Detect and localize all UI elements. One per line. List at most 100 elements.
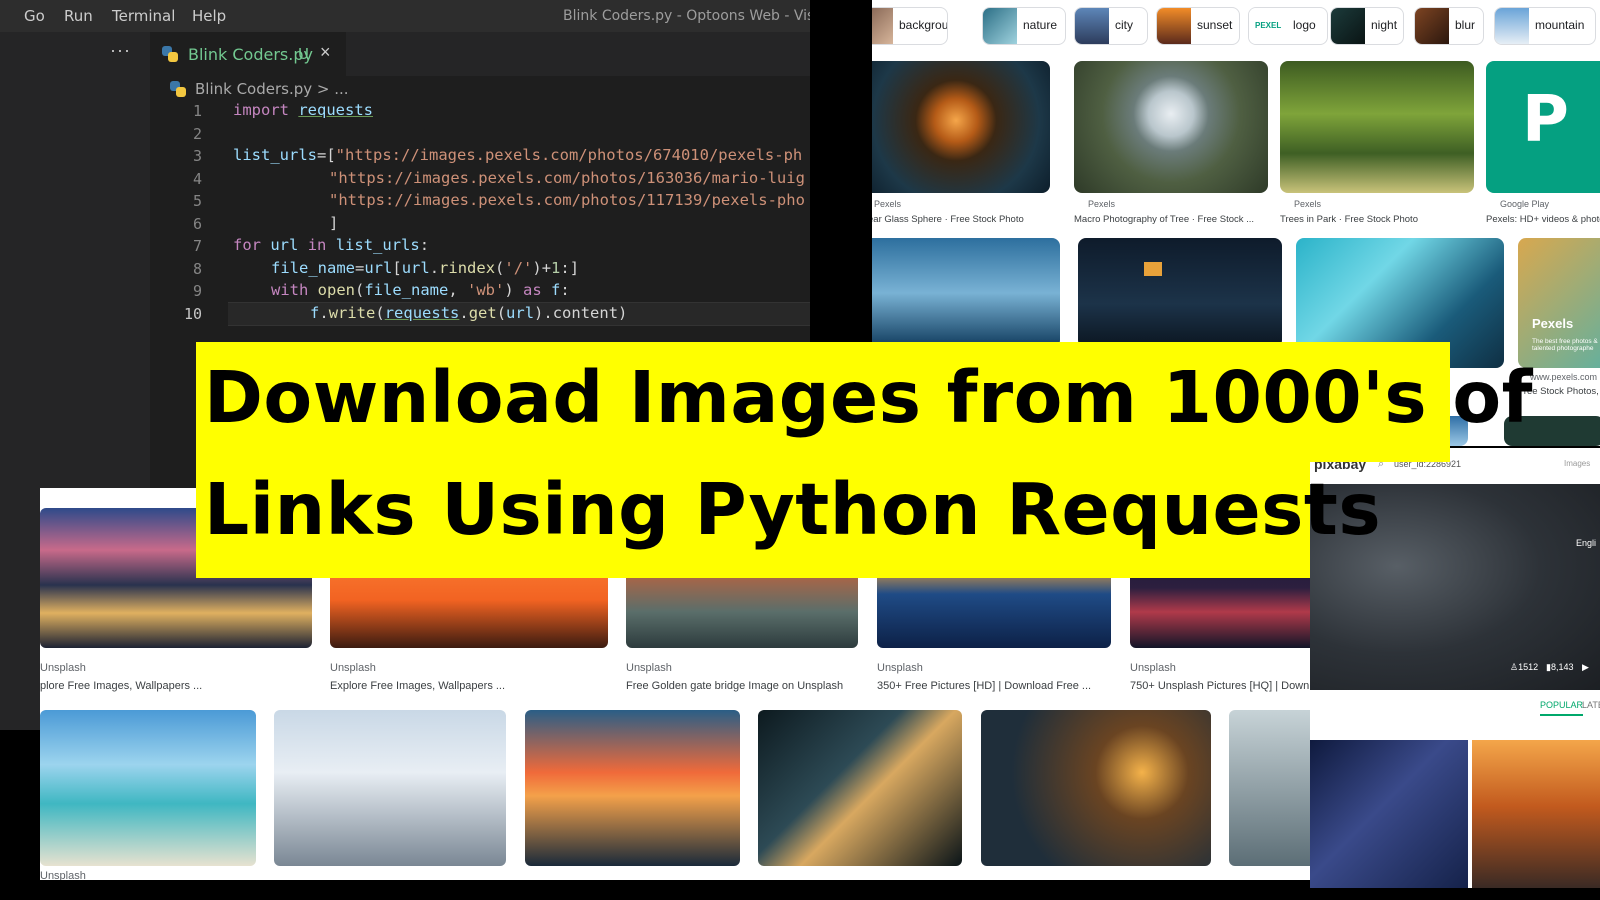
pexels-card-tagline: The best free photos & talented photogra…	[1532, 338, 1598, 352]
code-line-8: file_name=url[url.rindex('/')+1:]	[271, 259, 580, 277]
image-result-lake-sunset[interactable]	[525, 710, 740, 866]
chip-mountain[interactable]: mountain	[1494, 7, 1596, 45]
untracked-badge: U	[298, 45, 309, 63]
breadcrumb-file[interactable]: Blink Coders.py > ...	[195, 80, 349, 98]
chip-blur[interactable]: blur	[1414, 7, 1484, 45]
banner-title-line-2: Links Using Python Requests	[204, 468, 1382, 551]
menu-go[interactable]: Go	[24, 7, 45, 25]
line-number: 7	[192, 237, 202, 255]
result-source: Pexels	[1088, 199, 1116, 209]
window-title: Blink Coders.py - Optoons Web - Visu	[563, 8, 810, 24]
pexels-card-brand: Pexels	[1532, 316, 1574, 331]
line-number: 9	[192, 282, 202, 300]
code-line-7: for url in list_urls:	[233, 236, 430, 254]
chip-thumbnail	[1495, 8, 1529, 44]
line-number: 6	[192, 215, 202, 233]
code-line-3: list_urls=["https://images.pexels.com/ph…	[233, 146, 803, 164]
code-line-10: f.write(requests.get(url).content)	[310, 304, 628, 322]
chip-logo[interactable]: PEXEL logo	[1248, 7, 1328, 45]
result-source: Unsplash	[626, 662, 672, 674]
chip-thumbnail	[1157, 8, 1191, 44]
chip-thumbnail	[872, 8, 893, 44]
code-line-5: "https://images.pexels.com/photos/117139…	[329, 191, 805, 209]
python-file-icon	[170, 81, 186, 97]
line-number: 8	[192, 260, 202, 278]
line-number: 10	[183, 305, 202, 323]
image-result-tropical-beach[interactable]	[40, 710, 256, 866]
line-number: 5	[192, 192, 202, 210]
image-result-glass-sphere[interactable]	[872, 61, 1050, 193]
menu-bar: Go Run Terminal Help Blink Coders.py - O…	[0, 0, 810, 32]
menu-terminal[interactable]: Terminal	[112, 7, 175, 25]
tab-blink-coders[interactable]: Blink Coders.py U ×	[150, 32, 346, 76]
image-result-milky-way[interactable]	[1310, 740, 1468, 888]
downloads-count: ▮8,143	[1546, 662, 1574, 672]
result-source: www.pexels.com	[1530, 372, 1598, 382]
pexels-logo: PEXEL	[1249, 8, 1289, 44]
pexels-p-logo-icon: P	[1522, 83, 1569, 157]
result-source: Unsplash	[40, 870, 86, 880]
banner-title-line-1: Download Images from 1000's of	[204, 356, 1534, 439]
python-file-icon	[162, 46, 178, 62]
result-source: Pexels	[1294, 199, 1322, 209]
result-caption[interactable]: Free Golden gate bridge Image on Unsplas…	[626, 680, 843, 692]
title-banner: Download Images from 1000's of Links Usi…	[196, 342, 1533, 578]
tab-label: Blink Coders.py	[188, 45, 313, 64]
line-number: 1	[192, 102, 202, 120]
search-scope[interactable]: Images	[1564, 459, 1590, 468]
menu-help[interactable]: Help	[192, 7, 226, 25]
breadcrumb: Blink Coders.py > ...	[150, 76, 810, 102]
chip-night[interactable]: night	[1330, 7, 1404, 45]
chip-background[interactable]: background	[872, 7, 948, 45]
code-line-9: with open(file_name, 'wb') as f:	[271, 281, 570, 299]
result-source: Unsplash	[330, 662, 376, 674]
image-result-woman-laptop[interactable]	[274, 710, 506, 866]
image-result-feather[interactable]	[1229, 710, 1320, 866]
menu-run[interactable]: Run	[64, 7, 93, 25]
image-result-night-house[interactable]	[1078, 238, 1282, 348]
image-result-light-bulbs[interactable]	[981, 710, 1211, 866]
line-number: 2	[192, 125, 202, 143]
code-line-1: import requests	[233, 101, 373, 119]
image-result-hand-sea[interactable]	[872, 238, 1060, 348]
image-result-trees-park[interactable]	[1280, 61, 1474, 193]
chip-thumbnail	[1075, 8, 1109, 44]
likes-count: ♙1512	[1510, 662, 1539, 672]
result-source: Google Play	[1500, 199, 1550, 209]
chip-thumbnail	[983, 8, 1017, 44]
tab-latest[interactable]: LATES	[1582, 700, 1600, 710]
tab-popular[interactable]: POPULAR	[1540, 700, 1584, 716]
image-result-pexels-site[interactable]: Pexels The best free photos & talented p…	[1518, 238, 1600, 368]
close-icon[interactable]: ×	[320, 42, 331, 63]
result-caption[interactable]: 350+ Free Pictures [HD] | Download Free …	[877, 680, 1091, 692]
image-result-pexels-app[interactable]: P	[1486, 61, 1600, 193]
language-selector[interactable]: Engli	[1576, 538, 1596, 548]
result-caption[interactable]: Macro Photography of Tree · Free Stock .…	[1074, 214, 1254, 225]
result-caption[interactable]: Explore Free Images, Wallpapers ...	[330, 680, 505, 692]
lit-window	[1144, 262, 1162, 276]
chip-thumbnail	[1331, 8, 1365, 44]
line-number: 4	[192, 170, 202, 188]
result-caption[interactable]: ear Glass Sphere · Free Stock Photo	[872, 214, 1024, 225]
editor-tab-strip: Blink Coders.py U ×	[150, 32, 810, 76]
result-source: Unsplash	[877, 662, 923, 674]
image-result-macro-tree[interactable]	[1074, 61, 1268, 193]
result-caption[interactable]: 750+ Unsplash Pictures [HQ] | Downl	[1130, 680, 1312, 692]
chip-thumbnail	[1415, 8, 1449, 44]
result-source: Pexels	[874, 199, 902, 209]
image-result-wave[interactable]	[758, 710, 962, 866]
result-caption[interactable]: plore Free Images, Wallpapers ...	[40, 680, 202, 692]
play-icon[interactable]: ▶	[1582, 662, 1589, 673]
result-caption[interactable]: Pexels: HD+ videos & photo	[1486, 214, 1600, 225]
result-caption[interactable]: Trees in Park · Free Stock Photo	[1280, 214, 1418, 225]
code-line-6: ]	[329, 214, 339, 232]
chip-city[interactable]: city	[1074, 7, 1148, 45]
code-line-4: "https://images.pexels.com/photos/163036…	[329, 169, 805, 187]
chip-nature[interactable]: nature	[982, 7, 1066, 45]
result-source: Unsplash	[40, 662, 86, 674]
result-source: Unsplash	[1130, 662, 1176, 674]
line-number: 3	[192, 147, 202, 165]
more-actions-icon[interactable]: ···	[110, 40, 131, 61]
chip-sunset[interactable]: sunset	[1156, 7, 1240, 45]
image-result-sea-sunset[interactable]	[1472, 740, 1600, 888]
